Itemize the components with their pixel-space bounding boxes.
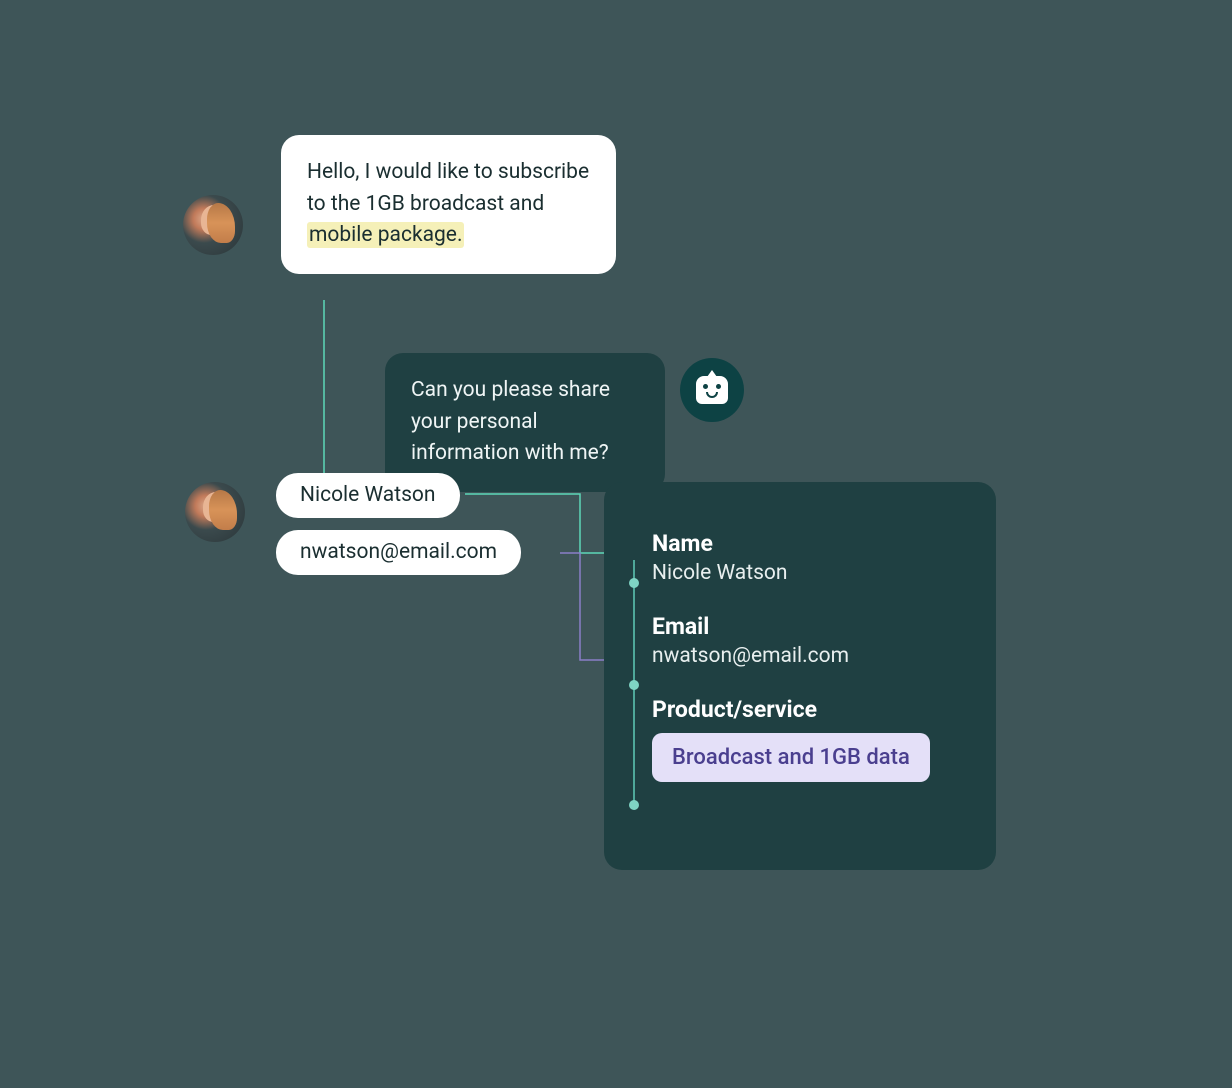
user-message-highlight: mobile package. [307, 222, 464, 248]
response-email-text: nwatson@email.com [300, 540, 497, 564]
bot-icon [696, 376, 728, 404]
response-email-pill: nwatson@email.com [276, 530, 521, 575]
user-avatar-1 [183, 195, 243, 255]
bot-message-text: Can you please share your personal infor… [411, 378, 610, 465]
user-message-text-before: Hello, I would like to subscribe to the … [307, 160, 589, 216]
panel-dot-3 [629, 800, 639, 810]
email-value: nwatson@email.com [652, 644, 956, 668]
panel-dot-1 [629, 578, 639, 588]
email-label: Email [652, 613, 956, 640]
product-chip: Broadcast and 1GB data [652, 733, 930, 782]
panel-dot-2 [629, 680, 639, 690]
info-panel: Name Nicole Watson Email nwatson@email.c… [604, 482, 996, 870]
bot-message-bubble: Can you please share your personal infor… [385, 353, 665, 492]
user-avatar-2 [185, 482, 245, 542]
response-name-text: Nicole Watson [300, 483, 436, 507]
user-message-bubble: Hello, I would like to subscribe to the … [281, 135, 616, 274]
name-value: Nicole Watson [652, 561, 956, 585]
response-name-pill: Nicole Watson [276, 473, 460, 518]
product-label: Product/service [652, 696, 956, 723]
bot-avatar [680, 358, 744, 422]
name-label: Name [652, 530, 956, 557]
